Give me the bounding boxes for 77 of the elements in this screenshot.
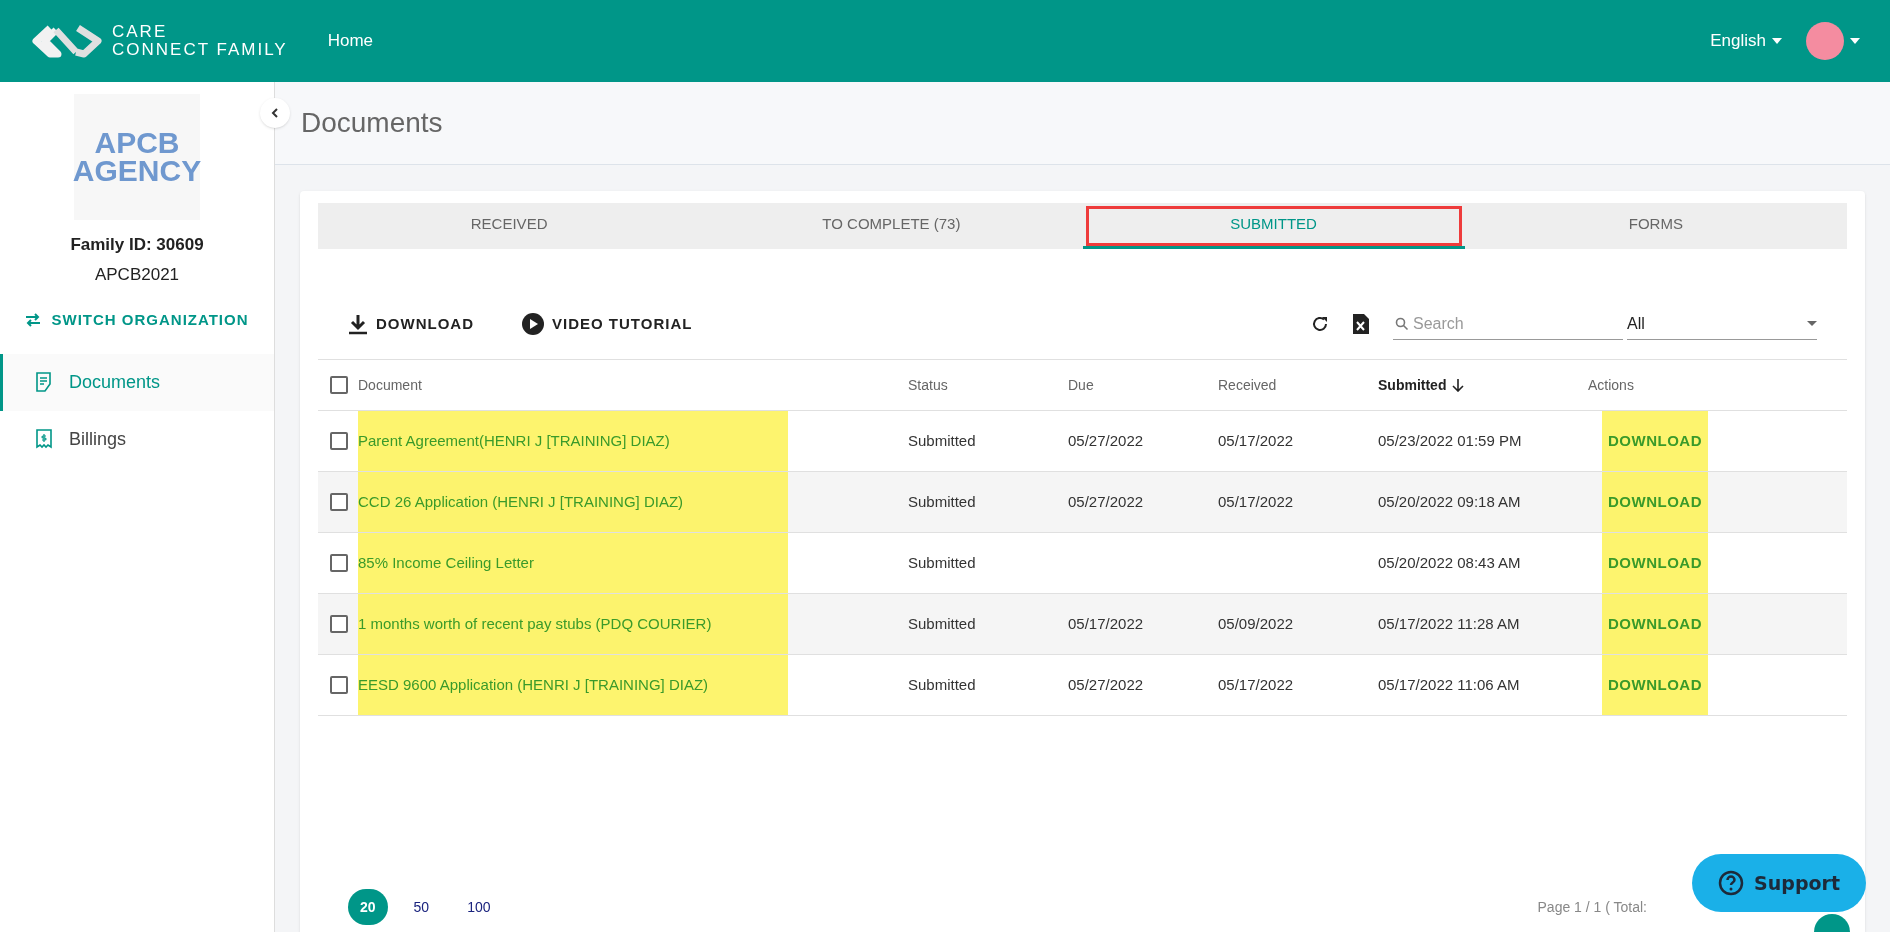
logo-text: CARE: [112, 23, 169, 41]
swap-icon: [25, 313, 42, 328]
table-cell: 05/17/2022: [1068, 615, 1144, 632]
checkbox[interactable]: [330, 432, 348, 450]
tab[interactable]: SUBMITTED: [1082, 203, 1465, 249]
filter-dropdown[interactable]: All: [1627, 308, 1817, 340]
language-dropdown[interactable]: English: [1710, 28, 1782, 54]
checkbox[interactable]: [330, 493, 348, 511]
tab[interactable]: RECEIVED: [318, 203, 701, 249]
checkbox[interactable]: [330, 676, 348, 694]
download-link[interactable]: DOWNLOAD: [1602, 533, 1708, 593]
download-link[interactable]: DOWNLOAD: [1602, 655, 1708, 715]
page-size-option[interactable]: 20: [348, 889, 388, 925]
page-size-option[interactable]: 50: [401, 889, 442, 925]
caret-icon: [1807, 321, 1817, 326]
table-cell: 05/17/2022: [1218, 432, 1294, 449]
search-icon: [1395, 317, 1409, 331]
table-cell: 05/17/2022: [1218, 676, 1294, 693]
column-header[interactable]: Status: [908, 374, 948, 396]
logo-text: CONNECT FAMILY: [112, 41, 288, 59]
download-link[interactable]: DOWNLOAD: [1602, 411, 1708, 471]
download-link[interactable]: DOWNLOAD: [1602, 472, 1708, 532]
play-icon: [522, 313, 544, 335]
checkbox[interactable]: [330, 376, 348, 394]
org-code: APCB2021: [93, 263, 181, 286]
document-icon: [35, 372, 53, 392]
table-cell: 05/27/2022: [1068, 676, 1144, 693]
agency-logo: APCB AGENCY: [74, 94, 200, 220]
table-cell: 05/27/2022: [1068, 493, 1144, 510]
table-cell: 05/09/2022: [1218, 615, 1294, 632]
download-button[interactable]: DOWNLOAD: [348, 312, 474, 336]
table-cell: Submitted: [908, 493, 976, 510]
column-header[interactable]: Due: [1068, 374, 1094, 396]
tab[interactable]: TO COMPLETE (73): [700, 203, 1083, 249]
help-icon: [1718, 870, 1745, 896]
page-title: Documents: [301, 106, 443, 140]
download-icon: [348, 313, 368, 335]
sort-arrow-icon: [1452, 378, 1465, 392]
receipt-icon: [35, 429, 53, 449]
page-size-option[interactable]: 100: [455, 889, 503, 925]
refresh-icon[interactable]: [1311, 315, 1329, 333]
chevron-left-icon: [271, 107, 279, 119]
family-id: Family ID: 30609: [69, 234, 205, 256]
document-link[interactable]: 85% Income Ceiling Letter: [358, 551, 534, 575]
checkbox[interactable]: [330, 554, 348, 572]
column-header[interactable]: Submitted: [1378, 374, 1447, 396]
column-header[interactable]: Actions: [1588, 374, 1634, 396]
excel-file-icon[interactable]: [1353, 314, 1369, 334]
checkbox[interactable]: [330, 615, 348, 633]
nav-link[interactable]: Home: [327, 28, 374, 54]
tab[interactable]: FORMS: [1464, 203, 1847, 249]
column-header[interactable]: Received: [1218, 374, 1277, 396]
switch-organization-button[interactable]: SWITCH ORGANIZATION: [25, 309, 249, 332]
table-cell: 05/17/2022: [1218, 493, 1294, 510]
table-cell: 05/23/2022 01:59 PM: [1378, 432, 1522, 449]
page-info: Page 1 / 1 ( Total:: [1537, 897, 1647, 917]
collapse-button[interactable]: [260, 98, 290, 128]
column-header[interactable]: Document: [358, 374, 422, 396]
sidebar-item[interactable]: Billings: [0, 410, 274, 468]
table-cell: 05/20/2022 09:18 AM: [1378, 493, 1521, 510]
table-cell: Submitted: [908, 615, 976, 632]
video-tutorial-button[interactable]: VIDEO TUTORIAL: [522, 312, 693, 336]
sidebar-item[interactable]: Documents: [0, 353, 274, 411]
table-cell: 05/20/2022 08:43 AM: [1378, 554, 1521, 571]
table-cell: 05/17/2022 11:28 AM: [1378, 615, 1520, 632]
search-field[interactable]: Search: [1393, 308, 1623, 340]
caret-icon: [1850, 38, 1860, 44]
table-cell: Submitted: [908, 554, 976, 571]
logo-icon: [30, 24, 104, 58]
download-link[interactable]: DOWNLOAD: [1602, 594, 1708, 654]
table-cell: Submitted: [908, 676, 976, 693]
caret-icon: [1772, 38, 1782, 44]
avatar: [1806, 22, 1844, 60]
table-cell: 05/17/2022 11:06 AM: [1378, 676, 1520, 693]
support-button[interactable]: Support: [1692, 854, 1866, 912]
table-cell: 05/27/2022: [1068, 432, 1144, 449]
table-cell: Submitted: [908, 432, 976, 449]
